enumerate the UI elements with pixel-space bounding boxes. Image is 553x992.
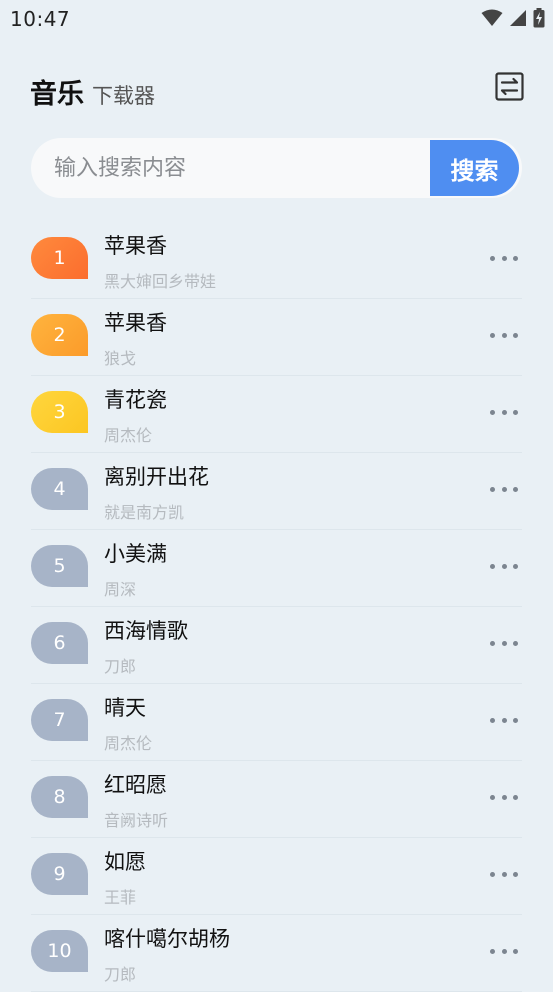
app-subtitle: 下载器 (92, 84, 155, 108)
song-title: 西海情歌 (104, 619, 188, 643)
song-list-item[interactable]: 6 西海情歌刀郎 (31, 607, 522, 684)
rank-badge: 7 (31, 699, 88, 741)
more-dot (501, 409, 507, 415)
more-dot (513, 794, 518, 800)
song-list-item[interactable]: 7 晴天周杰伦 (31, 684, 522, 761)
search-box: 搜索 (31, 138, 522, 198)
song-title: 苹果香 (104, 234, 167, 258)
app-title: 音乐 (30, 79, 84, 110)
song-title: 如愿 (104, 850, 146, 874)
more-dot (501, 717, 507, 723)
song-list-item[interactable]: 10 喀什噶尔胡杨刀郎 (31, 915, 522, 992)
rank-badge: 6 (31, 622, 88, 664)
more-dot (501, 640, 507, 646)
more-dot (501, 794, 507, 800)
more-dot (490, 255, 495, 261)
song-title: 苹果香 (104, 311, 167, 335)
more-options-icon[interactable] (490, 864, 518, 884)
more-dot (513, 871, 518, 877)
song-artist: 就是南方凯 (104, 503, 185, 522)
song-artist: 周杰伦 (104, 734, 153, 753)
song-title: 青花瓷 (104, 388, 167, 412)
more-dot (501, 255, 507, 261)
more-dot (501, 563, 507, 569)
rank-badge: 1 (31, 237, 88, 279)
more-dot (513, 409, 518, 415)
more-dot (490, 563, 495, 569)
song-list-item[interactable]: 4 离别开出花就是南方凯 (31, 453, 522, 530)
signal-icon (510, 10, 526, 26)
more-dot (490, 640, 495, 646)
song-title: 红昭愿 (104, 773, 167, 797)
more-dot (501, 486, 507, 492)
song-list-item[interactable]: 8 红昭愿音阙诗听 (31, 761, 522, 838)
song-list-item[interactable]: 5 小美满周深 (31, 530, 522, 607)
rank-badge: 5 (31, 545, 88, 587)
status-bar: 10:47 (0, 0, 553, 38)
song-artist: 黑大婶回乡带娃 (104, 272, 217, 291)
rank-badge: 10 (31, 930, 88, 972)
rank-badge: 4 (31, 468, 88, 510)
more-dot (501, 871, 507, 877)
more-options-icon[interactable] (490, 248, 518, 268)
more-options-icon[interactable] (490, 402, 518, 422)
battery-icon (533, 8, 545, 28)
switch-icon (495, 72, 524, 101)
more-options-icon[interactable] (490, 325, 518, 345)
more-options-icon[interactable] (490, 556, 518, 576)
more-dot (513, 640, 518, 646)
song-list-item[interactable]: 9 如愿王菲 (31, 838, 522, 915)
song-artist: 音阙诗听 (104, 811, 169, 830)
more-dot (490, 871, 495, 877)
more-dot (490, 409, 495, 415)
song-title: 小美满 (104, 542, 167, 566)
more-dot (513, 486, 518, 492)
more-options-icon[interactable] (490, 633, 518, 653)
song-artist: 刀郎 (104, 657, 137, 676)
more-dot (490, 332, 495, 338)
status-icons (481, 8, 545, 28)
song-artist: 狼戈 (104, 349, 137, 368)
more-dot (501, 332, 507, 338)
rank-badge: 2 (31, 314, 88, 356)
more-dot (513, 255, 518, 261)
more-options-icon[interactable] (490, 787, 518, 807)
wifi-icon (481, 9, 503, 26)
song-artist: 周深 (104, 580, 137, 599)
more-dot (513, 332, 518, 338)
more-options-icon[interactable] (490, 941, 518, 961)
more-dot (513, 717, 518, 723)
song-list-item[interactable]: 1 苹果香黑大婶回乡带娃 (31, 222, 522, 299)
more-dot (490, 486, 495, 492)
more-dot (513, 563, 518, 569)
song-list: 1 苹果香 黑大婶回乡带娃 2 苹果香 狼戈 3 青花瓷 周杰伦 4 离别开出花 就是南方凯 5 小美满周… (31, 222, 522, 992)
song-title: 离别开出花 (104, 465, 209, 489)
more-dot (501, 948, 507, 954)
more-dot (490, 717, 495, 723)
search-button[interactable]: 搜索 (430, 140, 519, 196)
more-options-icon[interactable] (490, 479, 518, 499)
status-time: 10:47 (10, 7, 71, 31)
song-list-item[interactable]: 2 苹果香狼戈 (31, 299, 522, 376)
song-title: 晴天 (104, 696, 146, 720)
switch-button[interactable] (495, 72, 524, 101)
more-options-icon[interactable] (490, 710, 518, 730)
search-input[interactable] (31, 138, 429, 198)
rank-badge: 3 (31, 391, 88, 433)
song-artist: 周杰伦 (104, 426, 153, 445)
more-dot (490, 948, 495, 954)
rank-badge: 8 (31, 776, 88, 818)
rank-badge: 9 (31, 853, 88, 895)
more-dot (513, 948, 518, 954)
song-artist: 刀郎 (104, 965, 137, 984)
header: 音乐 下载器 (30, 68, 525, 112)
more-dot (490, 794, 495, 800)
song-list-item[interactable]: 3 青花瓷周杰伦 (31, 376, 522, 453)
song-title: 喀什噶尔胡杨 (104, 927, 230, 951)
song-artist: 王菲 (104, 888, 137, 907)
